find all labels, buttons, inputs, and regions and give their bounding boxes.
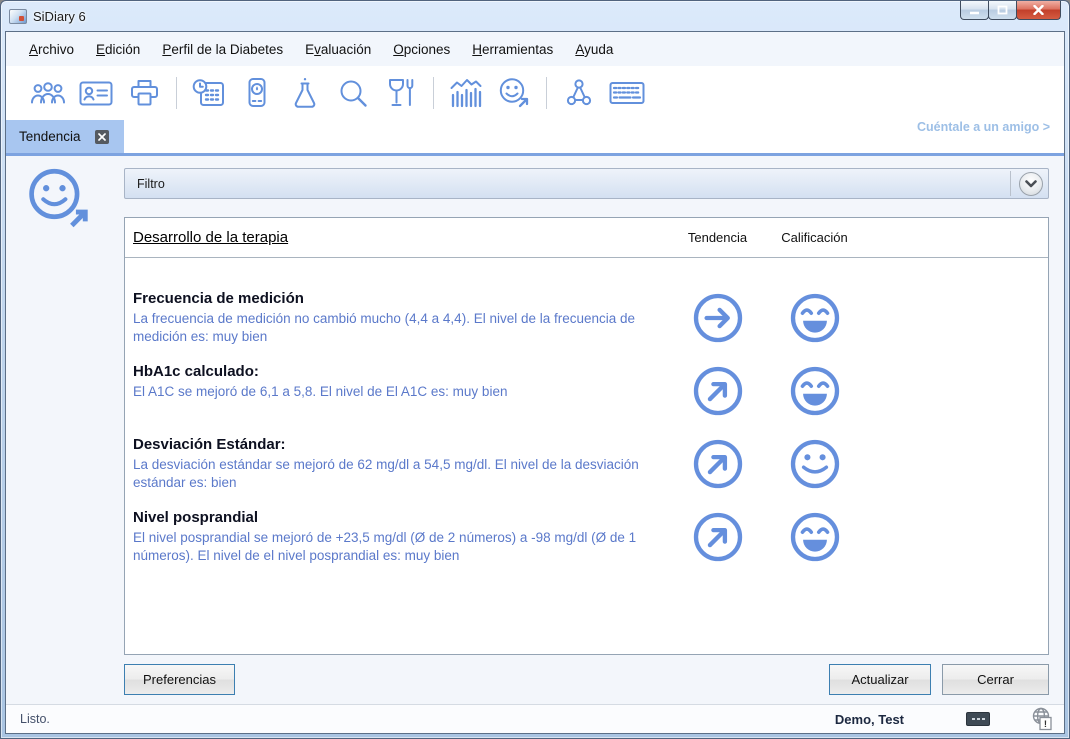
row-heading: HbA1c calculado:: [133, 363, 669, 380]
row-heading: Desviación Estándar:: [133, 436, 669, 453]
svg-text:!: !: [1044, 719, 1047, 730]
arrow-up-right-circle-icon: [692, 511, 744, 563]
laughing-smiley-icon: [789, 292, 841, 344]
menu-herramientas[interactable]: Herramientas: [461, 35, 564, 64]
table-row-posprandial: Nivel posprandial El nivel posprandial s…: [125, 509, 1048, 582]
arrow-up-right-circle-icon: [692, 438, 744, 490]
chevron-down-icon[interactable]: [1019, 172, 1043, 196]
app-icon: [9, 9, 27, 24]
trend-cell: [669, 509, 766, 582]
current-user: Demo, Test: [835, 712, 904, 727]
window-title: SiDiary 6: [33, 9, 86, 24]
row-heading: Frecuencia de medición: [133, 290, 669, 307]
toolbar: Cuéntale a un amigo >: [6, 66, 1064, 120]
menu-archivo[interactable]: Archivo: [18, 35, 85, 64]
glucose-meter-icon[interactable]: [233, 73, 281, 113]
row-description: La frecuencia de medición no cambió much…: [133, 310, 658, 345]
toolbar-separator: [176, 77, 177, 109]
table-row-hba1c: HbA1c calculado: El A1C se mejoró de 6,1…: [125, 363, 1048, 436]
row-description: La desviación estándar se mejoró de 62 m…: [133, 456, 658, 491]
row-description: El nivel posprandial se mejoró de +23,5 …: [133, 529, 658, 564]
trend-page-icon: [24, 166, 94, 241]
close-view-button[interactable]: Cerrar: [942, 664, 1049, 695]
menu-edicion[interactable]: Edición: [85, 35, 151, 64]
laughing-smiley-icon: [789, 365, 841, 417]
laughing-smiley-icon: [789, 511, 841, 563]
app-window: SiDiary 6 Archivo Edición Perfil de la D…: [0, 0, 1070, 739]
preferences-button[interactable]: Preferencias: [124, 664, 235, 695]
therapy-panel: Desarrollo de la terapia Tendencia Calif…: [124, 217, 1049, 655]
filter-label: Filtro: [125, 177, 165, 191]
update-button[interactable]: Actualizar: [829, 664, 931, 695]
smiling-smiley-icon: [789, 438, 841, 490]
search-icon[interactable]: [329, 73, 377, 113]
rating-cell: [766, 509, 863, 582]
bottom-button-row: Preferencias Actualizar Cerrar: [124, 664, 1049, 695]
title-bar[interactable]: SiDiary 6: [1, 1, 1069, 31]
tab-tendencia[interactable]: Tendencia: [6, 120, 124, 153]
column-header-trend: Tendencia: [669, 230, 766, 245]
menu-bar: Archivo Edición Perfil de la Diabetes Ev…: [6, 32, 1064, 66]
table-row-frecuencia: Frecuencia de medición La frecuencia de …: [125, 290, 1048, 363]
row-description: El A1C se mejoró de 6,1 a 5,8. El nivel …: [133, 383, 658, 401]
status-bar: Listo. Demo, Test !: [6, 704, 1064, 733]
tell-a-friend-link[interactable]: Cuéntale a un amigo >: [917, 120, 1050, 134]
toolbar-separator: [546, 77, 547, 109]
minimize-button[interactable]: [960, 1, 989, 20]
tab-bar: Tendencia: [6, 120, 1064, 156]
filter-expander[interactable]: Filtro: [124, 168, 1049, 199]
nutrition-icon[interactable]: [377, 73, 425, 113]
toolbar-separator: [433, 77, 434, 109]
tab-close-icon[interactable]: [95, 130, 109, 144]
menu-opciones[interactable]: Opciones: [382, 35, 461, 64]
panel-header: Desarrollo de la terapia Tendencia Calif…: [125, 218, 1048, 258]
close-button[interactable]: [1016, 1, 1061, 20]
column-header-rating: Calificación: [766, 230, 863, 245]
table-row-desviacion: Desviación Estándar: La desviación están…: [125, 436, 1048, 509]
panel-title: Desarrollo de la terapia: [125, 229, 669, 246]
tab-label: Tendencia: [19, 129, 81, 144]
filter-separator: [1010, 171, 1011, 196]
trend-cell: [669, 290, 766, 363]
rating-cell: [766, 436, 863, 509]
menu-ayuda[interactable]: Ayuda: [564, 35, 624, 64]
trend-cell: [669, 363, 766, 436]
content-area: Filtro Desarrollo de la terapia Tendenci…: [6, 156, 1064, 704]
patient-card-icon[interactable]: [72, 73, 120, 113]
statistics-icon[interactable]: [442, 73, 490, 113]
rating-cell: [766, 363, 863, 436]
rating-cell: [766, 290, 863, 363]
arrow-up-right-circle-icon: [692, 365, 744, 417]
keyboard-icon[interactable]: [603, 73, 651, 113]
arrow-right-circle-icon: [692, 292, 744, 344]
menu-evaluacion[interactable]: Evaluación: [294, 35, 382, 64]
trend-smiley-icon[interactable]: [490, 73, 538, 113]
trend-cell: [669, 436, 766, 509]
status-text: Listo.: [20, 712, 50, 726]
row-heading: Nivel posprandial: [133, 509, 669, 526]
lab-flask-icon[interactable]: [281, 73, 329, 113]
logbook-calendar-icon[interactable]: [185, 73, 233, 113]
globe-alert-icon[interactable]: !: [1030, 707, 1054, 731]
keyboard-layout-icon[interactable]: [966, 712, 990, 726]
sync-icon[interactable]: [555, 73, 603, 113]
client-area: Archivo Edición Perfil de la Diabetes Ev…: [5, 31, 1065, 734]
patients-icon[interactable]: [24, 73, 72, 113]
menu-perfil-diabetes[interactable]: Perfil de la Diabetes: [151, 35, 294, 64]
print-icon[interactable]: [120, 73, 168, 113]
maximize-button[interactable]: [988, 1, 1017, 20]
